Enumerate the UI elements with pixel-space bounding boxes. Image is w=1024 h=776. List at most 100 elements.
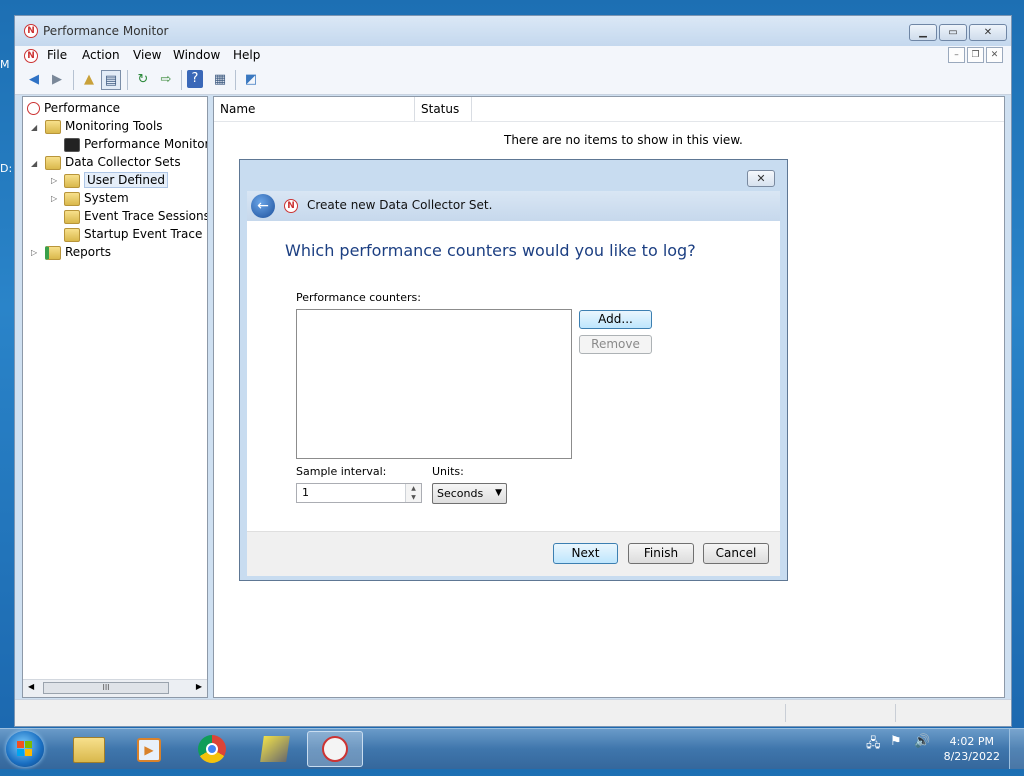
add-counter-button[interactable]: Add... — [579, 310, 652, 329]
trace-folder-icon — [64, 227, 80, 242]
show-desktop-button[interactable] — [1009, 729, 1024, 769]
user-folder-icon — [64, 173, 80, 188]
dialog-close-button[interactable]: ✕ — [747, 170, 775, 187]
tree-item-label: User Defined — [84, 172, 168, 188]
clock-time: 4:02 PM — [949, 735, 994, 748]
toolbar-separator — [127, 70, 128, 90]
scrollbar-thumb[interactable]: III — [43, 682, 169, 694]
units-select[interactable]: Seconds ▼ — [432, 483, 507, 504]
menu-bar: N File Action View Window Help — [15, 46, 1011, 66]
explorer-taskbar-icon[interactable] — [64, 731, 114, 767]
tree-item-label: System — [84, 191, 129, 205]
menu-action[interactable]: Action — [82, 48, 120, 62]
maximize-button[interactable]: ▭ — [939, 24, 967, 41]
header-divider — [214, 121, 1004, 122]
monitor-chart-icon — [64, 137, 80, 152]
taskbar-clock[interactable]: 4:02 PM 8/23/2022 — [944, 734, 1000, 764]
collapsed-triangle-icon[interactable]: ▷ — [51, 176, 57, 185]
menu-help[interactable]: Help — [233, 48, 260, 62]
tree-item-reports[interactable]: Reports — [45, 243, 111, 261]
export-list-icon[interactable]: ⇨ — [156, 70, 176, 90]
folder-icon — [45, 155, 61, 170]
reports-folder-icon — [45, 245, 61, 260]
desktop-label-1: M — [0, 58, 10, 71]
folder-icon — [45, 119, 61, 134]
back-button[interactable]: ← — [251, 194, 275, 218]
sample-interval-input[interactable]: 1 ▲ ▼ — [296, 483, 422, 503]
collapsed-triangle-icon[interactable]: ▷ — [51, 194, 57, 203]
chrome-taskbar-icon[interactable] — [187, 731, 237, 767]
volume-icon[interactable]: 🔊 — [914, 734, 930, 749]
folder-icon — [64, 191, 80, 206]
menu-view[interactable]: View — [133, 48, 161, 62]
app-taskbar-icon[interactable] — [250, 731, 300, 767]
finish-button[interactable]: Finish — [628, 543, 694, 564]
next-button[interactable]: Next — [553, 543, 618, 564]
tree-item-event-trace-sessions[interactable]: Event Trace Sessions — [64, 207, 207, 225]
units-label: Units: — [432, 465, 464, 478]
tree-item-label: Performance Monitor — [84, 137, 208, 151]
perfmon-taskbar-icon[interactable] — [307, 731, 363, 767]
collapsed-triangle-icon[interactable]: ▷ — [31, 248, 37, 257]
up-folder-icon[interactable]: ▲ — [79, 70, 99, 90]
back-arrow-icon[interactable]: ◀ — [24, 70, 44, 90]
child-close-button[interactable]: ✕ — [986, 47, 1003, 63]
dialog-title: Create new Data Collector Set. — [307, 198, 493, 212]
perfmon-icon[interactable]: N — [24, 49, 38, 63]
start-button[interactable] — [6, 731, 44, 767]
tree-item-user-defined[interactable]: User Defined — [64, 171, 168, 189]
show-hide-tree-icon[interactable]: ▤ — [101, 70, 121, 90]
tree-item-startup-event-trace[interactable]: Startup Event Trace Ses — [64, 225, 207, 243]
tree-item-label: Data Collector Sets — [65, 155, 181, 169]
toolbar-separator — [235, 70, 236, 90]
tree-horizontal-scrollbar[interactable]: ◀ III ▶ — [23, 679, 207, 697]
action-center-flag-icon[interactable]: ⚑ — [890, 734, 902, 749]
tree-item-data-collector-sets[interactable]: Data Collector Sets — [45, 153, 181, 171]
menu-window[interactable]: Window — [173, 48, 220, 62]
column-header-name[interactable]: Name — [214, 97, 415, 121]
tree-item-label: Monitoring Tools — [65, 119, 163, 133]
tree-item-system[interactable]: System — [64, 189, 129, 207]
empty-message: There are no items to show in this view. — [504, 133, 743, 147]
create-data-collector-dialog: ✕ ← N Create new Data Collector Set. Whi… — [239, 159, 788, 581]
remove-counter-button[interactable]: Remove — [579, 335, 652, 354]
performance-counters-list[interactable] — [296, 309, 572, 459]
child-minimize-button[interactable]: – — [948, 47, 965, 63]
minimize-button[interactable]: ▁ — [909, 24, 937, 41]
toolbar-separator — [73, 70, 74, 90]
performance-counters-label: Performance counters: — [296, 291, 421, 304]
scroll-left-icon[interactable]: ◀ — [28, 682, 34, 691]
menu-file[interactable]: File — [47, 48, 67, 62]
column-header-status[interactable]: Status — [415, 97, 472, 121]
properties-icon[interactable]: ▦ — [210, 70, 230, 90]
sample-interval-label: Sample interval: — [296, 465, 387, 478]
child-restore-button[interactable]: ❐ — [967, 47, 984, 63]
tree-item-performance[interactable]: Performance — [27, 99, 120, 117]
expanded-triangle-icon[interactable]: ◢ — [31, 159, 37, 168]
spin-up-down-icon[interactable]: ▲ ▼ — [405, 484, 421, 502]
cancel-button[interactable]: Cancel — [703, 543, 769, 564]
media-player-taskbar-icon[interactable]: ▶ — [124, 731, 174, 767]
console-tree: Performance ◢ Monitoring Tools Performan… — [22, 96, 208, 698]
tree-item-monitoring-tools[interactable]: Monitoring Tools — [45, 117, 163, 135]
toolbar: ◀ ▶ ▲ ▤ ↻ ⇨ ? ▦ ◩ — [15, 66, 1011, 95]
title-bar[interactable]: N Performance Monitor ▁ ▭ ✕ — [15, 16, 1011, 46]
toolbar-separator — [181, 70, 182, 90]
taskbar: ▶ 🖧 ⚑ 🔊 4:02 PM 8/23/2022 — [0, 728, 1024, 769]
perfmon-icon: N — [284, 199, 298, 213]
help-icon[interactable]: ? — [187, 70, 203, 88]
sample-interval-value: 1 — [302, 486, 309, 499]
status-divider — [785, 704, 786, 722]
network-icon[interactable]: 🖧 — [866, 734, 881, 756]
perfmon-icon — [27, 102, 40, 115]
trace-folder-icon — [64, 209, 80, 224]
forward-arrow-icon[interactable]: ▶ — [47, 70, 67, 90]
dropdown-arrow-icon: ▼ — [495, 488, 502, 498]
close-button[interactable]: ✕ — [969, 24, 1007, 41]
tree-item-performance-monitor[interactable]: Performance Monitor — [64, 135, 208, 153]
tree-item-label: Startup Event Trace Ses — [84, 227, 207, 241]
scroll-right-icon[interactable]: ▶ — [196, 682, 202, 691]
new-window-icon[interactable]: ◩ — [241, 70, 261, 90]
refresh-icon[interactable]: ↻ — [133, 70, 153, 90]
expanded-triangle-icon[interactable]: ◢ — [31, 123, 37, 132]
